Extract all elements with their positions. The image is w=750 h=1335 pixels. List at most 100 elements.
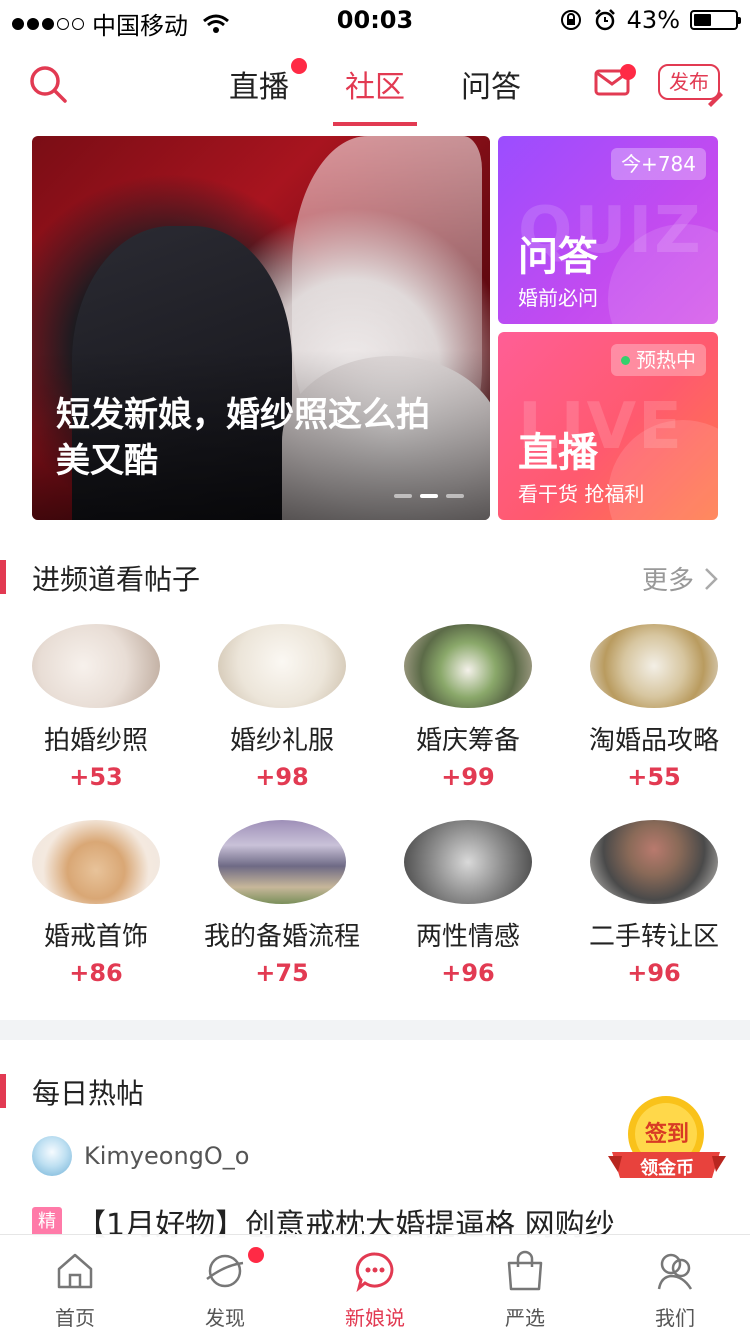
channel-thumbnail — [404, 820, 532, 904]
channel-item[interactable]: 二手转让区 +96 — [561, 820, 747, 987]
channel-item[interactable]: 淘婚品攻略 +55 — [561, 624, 747, 791]
checkin-label: 签到 — [644, 1122, 689, 1147]
featured-badge: 精 — [32, 1207, 62, 1237]
home-icon — [57, 1253, 93, 1289]
channel-item[interactable]: 婚庆筹备 +99 — [375, 624, 561, 791]
channel-item[interactable]: 婚纱礼服 +98 — [189, 624, 375, 791]
live-card-subtitle: 看干货 抢福利 — [518, 482, 645, 506]
more-label: 更多 — [641, 566, 694, 596]
channel-name: 婚庆筹备 — [415, 726, 520, 756]
pencil-icon — [708, 92, 723, 107]
live-badge-text: 预热中 — [636, 348, 696, 372]
banner-pager — [394, 494, 464, 498]
tab-bride-talk[interactable]: 新娘说 — [300, 1245, 450, 1331]
hero-banner[interactable]: 短发新娘，婚纱照这么拍 美又酷 — [32, 136, 490, 520]
qa-badge-text: 今+784 — [621, 152, 696, 176]
channel-name: 婚戒首饰 — [43, 922, 148, 952]
tab-selected[interactable]: 严选 — [450, 1245, 600, 1331]
channel-item[interactable]: 拍婚纱照 +53 — [3, 624, 189, 791]
tab-live-label: 直播 — [229, 70, 289, 105]
qa-card-title: 问答 — [518, 234, 598, 280]
channel-count: +98 — [255, 763, 309, 791]
tab-us[interactable]: 我们 — [600, 1245, 750, 1331]
live-card[interactable]: LIVE 预热中 直播 看干货 抢福利 — [498, 332, 718, 520]
qa-badge: 今+784 — [611, 148, 706, 180]
tab-live[interactable]: 直播 — [225, 58, 307, 126]
channel-item[interactable]: 婚戒首饰 +86 — [3, 820, 189, 987]
alarm-icon — [594, 9, 615, 31]
tab-discover-label: 发现 — [205, 1306, 245, 1330]
channel-name: 淘婚品攻略 — [588, 726, 719, 756]
channel-name: 婚纱礼服 — [229, 726, 334, 756]
tab-community[interactable]: 社区 — [333, 62, 417, 126]
channel-thumbnail — [218, 820, 346, 904]
channel-count: +99 — [441, 763, 495, 791]
username: KimyeongO_o — [84, 1142, 250, 1170]
banner-title-line1: 短发新娘，婚纱照这么拍 — [56, 395, 430, 435]
chat-bubble-icon — [355, 1252, 394, 1293]
tab-us-label: 我们 — [655, 1306, 695, 1330]
post-button-label: 发布 — [669, 70, 709, 94]
top-tabs: 直播 社区 问答 — [0, 58, 750, 126]
tab-qa-label: 问答 — [461, 70, 521, 105]
channel-count: +75 — [255, 959, 309, 987]
channel-thumbnail — [404, 624, 532, 708]
channel-count: +86 — [69, 959, 123, 987]
channel-item[interactable]: 两性情感 +96 — [375, 820, 561, 987]
battery-percent: 43% — [626, 6, 680, 34]
tab-qa[interactable]: 问答 — [457, 62, 525, 126]
couple-icon — [657, 1253, 693, 1290]
channel-thumbnail — [590, 624, 718, 708]
banner-title-line2: 美又酷 — [56, 441, 158, 481]
channel-thumbnail — [32, 624, 160, 708]
shopping-bag-icon — [507, 1250, 543, 1291]
channel-count: +53 — [69, 763, 123, 791]
channel-section-title: 进频道看帖子 — [32, 563, 201, 596]
status-bar: 中国移动 00:03 43% — [0, 0, 750, 40]
channel-name: 拍婚纱照 — [43, 726, 148, 756]
bottom-tab-bar: 首页 发现 新娘说 严选 我们 — [0, 1234, 750, 1335]
planet-icon — [206, 1254, 244, 1288]
channel-name: 两性情感 — [415, 922, 520, 952]
post-author[interactable]: KimyeongO_o — [32, 1136, 249, 1176]
banner-title: 短发新娘，婚纱照这么拍 美又酷 — [56, 392, 456, 484]
tab-community-label: 社区 — [345, 70, 405, 105]
channel-count: +96 — [441, 959, 495, 987]
channel-section-header: 进频道看帖子 更多 — [0, 558, 750, 598]
mail-notification-dot — [620, 64, 636, 80]
battery-icon — [690, 10, 741, 30]
live-card-title: 直播 — [518, 430, 598, 476]
channel-count: +96 — [627, 959, 681, 987]
channel-thumbnail — [218, 624, 346, 708]
section-accent-bar — [0, 1074, 6, 1108]
hot-section-title: 每日热帖 — [32, 1077, 145, 1110]
pager-dot — [394, 494, 412, 498]
section-divider — [0, 1020, 750, 1040]
avatar — [32, 1136, 72, 1176]
checkin-sublabel: 领金币 — [640, 1158, 694, 1179]
pager-dot-active — [420, 494, 438, 498]
pager-dot — [446, 494, 464, 498]
notification-dot — [248, 1247, 264, 1263]
qa-card-subtitle: 婚前必问 — [518, 286, 598, 310]
live-badge: 预热中 — [611, 344, 706, 376]
section-accent-bar — [0, 560, 6, 594]
checkin-button[interactable]: 签到 领金币 — [608, 1094, 726, 1190]
channel-count: +55 — [627, 763, 681, 791]
channel-item[interactable]: 我的备婚流程 +75 — [189, 820, 375, 987]
channel-name: 我的备婚流程 — [203, 922, 360, 952]
channel-thumbnail — [590, 820, 718, 904]
chevron-right-icon — [705, 567, 718, 590]
qa-card[interactable]: QUIZ 今+784 问答 婚前必问 — [498, 136, 718, 324]
live-status-dot — [621, 355, 630, 365]
channel-thumbnail — [32, 820, 160, 904]
rotation-lock-icon — [560, 10, 581, 30]
channel-name: 二手转让区 — [588, 922, 719, 952]
top-nav: 直播 社区 问答 发布 — [0, 50, 750, 130]
tab-selected-label: 严选 — [505, 1306, 545, 1330]
tab-home-label: 首页 — [55, 1306, 95, 1330]
tab-discover[interactable]: 发现 — [150, 1245, 300, 1331]
tab-home[interactable]: 首页 — [0, 1245, 150, 1331]
more-link[interactable]: 更多 — [642, 560, 718, 597]
tab-bride-talk-label: 新娘说 — [345, 1306, 405, 1330]
